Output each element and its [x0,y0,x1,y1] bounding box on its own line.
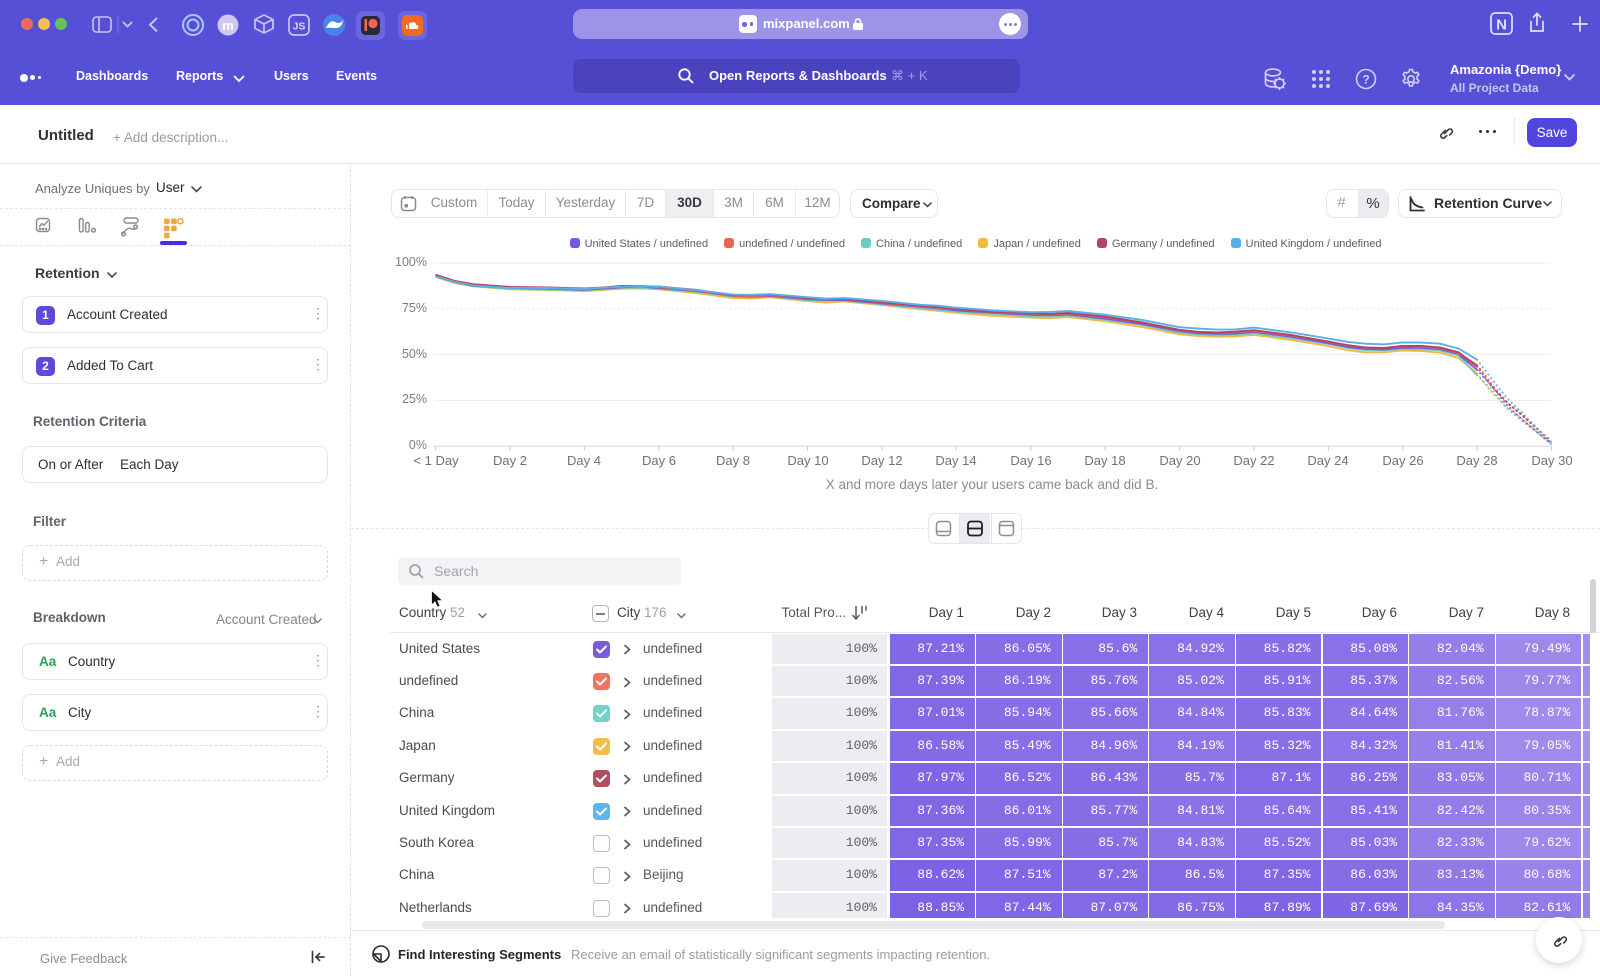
svg-text:m: m [222,18,234,33]
svg-text:N: N [1496,17,1507,34]
svg-text:?: ? [1362,73,1369,87]
svg-text:JS: JS [293,21,306,33]
